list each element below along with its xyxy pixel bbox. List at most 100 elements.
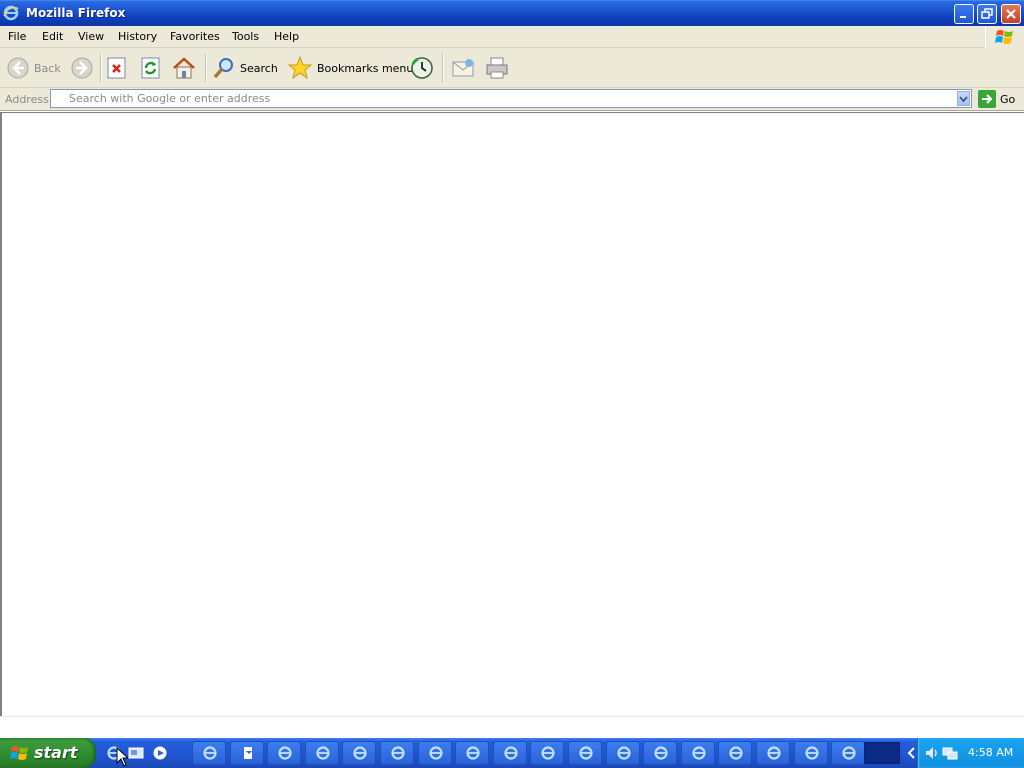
menu-file[interactable]: File — [8, 30, 26, 43]
system-tray: 4:58 AM — [917, 738, 1024, 768]
taskbar-window-button[interactable] — [643, 741, 677, 765]
menu-bar: File Edit View History Favorites Tools H… — [0, 26, 1024, 48]
refresh-icon — [141, 57, 160, 79]
browser-window-icon — [316, 746, 330, 760]
taskbar-window-button[interactable] — [493, 741, 527, 765]
taskbar-window-button[interactable] — [831, 741, 865, 765]
browser-window-icon — [617, 746, 631, 760]
browser-window-icon — [579, 746, 593, 760]
minimize-button[interactable] — [954, 4, 974, 24]
browser-window-icon — [692, 746, 706, 760]
taskbar-window-button[interactable] — [418, 741, 452, 765]
page-content-area[interactable] — [0, 112, 1024, 716]
taskbar-toolbar-box[interactable] — [864, 742, 900, 764]
restore-button[interactable] — [977, 4, 997, 24]
quicklaunch-media-player-icon[interactable] — [152, 745, 168, 761]
go-arrow-icon — [978, 90, 996, 108]
browser-window-icon — [353, 746, 367, 760]
browser-window-icon — [541, 746, 555, 760]
history-clock-icon — [411, 57, 433, 79]
taskbar-window-button[interactable] — [718, 741, 752, 765]
menu-tools[interactable]: Tools — [232, 30, 259, 43]
taskbar-window-button[interactable] — [606, 741, 640, 765]
menu-view[interactable]: View — [78, 30, 104, 43]
browser-window-icon — [429, 746, 443, 760]
browser-window-icon — [767, 746, 781, 760]
forward-button[interactable] — [70, 54, 94, 82]
taskbar-window-button[interactable] — [192, 741, 226, 765]
network-icon[interactable] — [942, 745, 958, 761]
close-button[interactable] — [1001, 4, 1021, 24]
quicklaunch-show-desktop-icon[interactable] — [128, 745, 144, 761]
menu-edit[interactable]: Edit — [42, 30, 63, 43]
windows-logo — [985, 26, 1024, 48]
search-icon — [213, 58, 233, 79]
minimize-icon — [960, 16, 966, 18]
go-label: Go — [1000, 92, 1016, 106]
taskbar-clock[interactable]: 4:58 AM — [968, 746, 1013, 759]
menu-help[interactable]: Help — [274, 30, 299, 43]
browser-window-icon — [391, 746, 405, 760]
close-icon — [1006, 9, 1016, 19]
taskbar-window-button[interactable] — [794, 741, 828, 765]
browser-window-icon — [805, 746, 819, 760]
taskbar-window-button[interactable] — [681, 741, 715, 765]
bookmarks-menu-label: Bookmarks menu — [317, 61, 414, 75]
window-title: Mozilla Firefox — [26, 6, 126, 20]
windows-flag-icon — [995, 30, 1013, 44]
taskbar-window-button[interactable] — [267, 741, 301, 765]
status-bar — [0, 716, 1024, 738]
chevron-down-icon — [959, 96, 968, 103]
browser-app-icon — [3, 5, 19, 21]
forward-arrow-icon — [71, 57, 93, 79]
navigation-toolbar: Back Search Bookmarks menu — [0, 48, 1024, 88]
toolbar-separator — [100, 54, 102, 82]
bookmarks-menu-button[interactable]: Bookmarks menu — [287, 54, 413, 82]
browser-window-icon — [466, 746, 480, 760]
start-label: start — [34, 743, 78, 762]
volume-icon[interactable] — [924, 745, 940, 761]
taskbar-window-button[interactable] — [756, 741, 790, 765]
browser-window-icon — [842, 746, 856, 760]
browser-window-icon — [278, 746, 292, 760]
stop-icon — [107, 57, 126, 79]
back-label: Back — [34, 61, 61, 75]
printer-icon — [486, 57, 508, 79]
print-button[interactable] — [484, 54, 510, 82]
address-field[interactable] — [50, 89, 972, 108]
reload-button[interactable] — [140, 54, 162, 82]
mouse-cursor-icon — [116, 747, 128, 767]
taskbar-window-button[interactable] — [230, 741, 264, 765]
go-button[interactable]: Go — [978, 89, 1015, 109]
stop-button[interactable] — [106, 54, 128, 82]
home-button[interactable] — [171, 54, 197, 82]
address-dropdown-button[interactable] — [957, 91, 970, 106]
browser-window-icon — [504, 746, 518, 760]
mail-button[interactable] — [450, 54, 476, 82]
taskbar-window-button[interactable] — [455, 741, 489, 765]
taskbar-window-button[interactable] — [342, 741, 376, 765]
taskbar-window-button[interactable] — [380, 741, 414, 765]
mail-icon — [452, 59, 474, 77]
address-bar: Address Go — [0, 88, 1024, 111]
show-hidden-icons-chevron-icon[interactable] — [907, 746, 917, 760]
search-label: Search — [240, 61, 278, 75]
start-button[interactable]: start — [0, 738, 96, 768]
menu-favorites[interactable]: Favorites — [170, 30, 220, 43]
back-button[interactable]: Back — [6, 54, 61, 82]
menu-history[interactable]: History — [118, 30, 157, 43]
url-input[interactable] — [55, 91, 959, 106]
browser-window-icon — [654, 746, 668, 760]
title-bar: Mozilla Firefox — [0, 0, 1024, 26]
taskbar-window-button[interactable] — [530, 741, 564, 765]
star-icon — [287, 55, 313, 80]
taskbar-window-button[interactable] — [305, 741, 339, 765]
browser-window-icon — [203, 746, 217, 760]
history-button[interactable] — [409, 54, 435, 82]
restore-icon — [981, 8, 993, 19]
back-arrow-icon — [7, 57, 29, 79]
browser-window-icon — [729, 746, 743, 760]
taskbar-window-button[interactable] — [568, 741, 602, 765]
address-label: Address — [5, 93, 49, 106]
search-button[interactable]: Search — [212, 54, 278, 82]
